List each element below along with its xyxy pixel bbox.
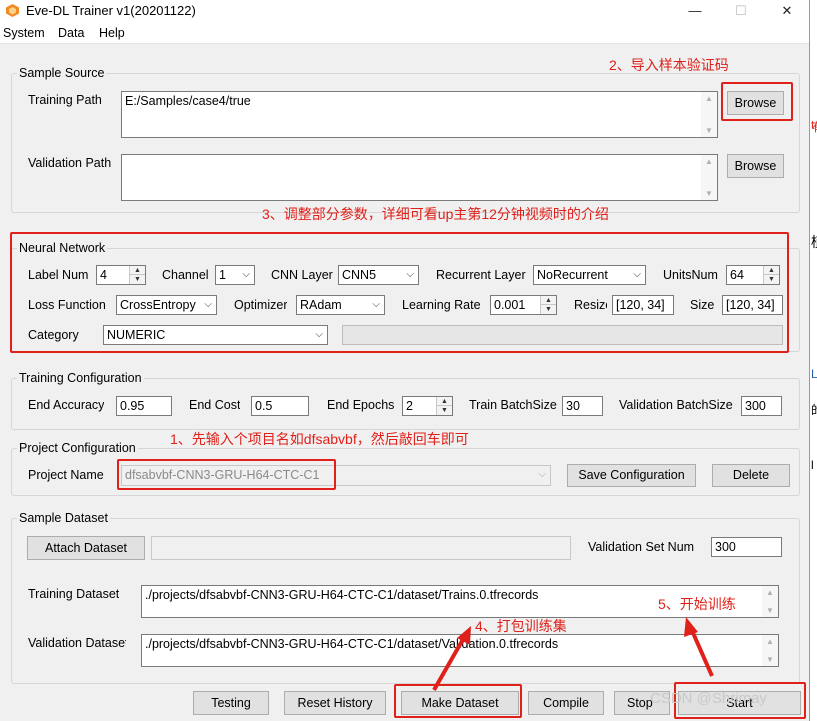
watermark: CSDN @Shrimay [650, 690, 767, 707]
chevron-down-icon: ⌵ [538, 469, 546, 480]
edge-text-3: 植 [811, 232, 817, 252]
browse-validation-button[interactable]: Browse [727, 154, 784, 178]
validation-path-label: Validation Path [28, 156, 112, 170]
sample-dataset-title: Sample Dataset [17, 511, 110, 525]
training-path-input[interactable]: E:/Samples/case4/true ▲ ▼ [121, 91, 718, 138]
highlight-neural-network [10, 232, 789, 353]
annotation-5: 5、开始训练 [658, 596, 736, 612]
app-logo-icon [6, 4, 19, 17]
validation-batchsize-label: Validation BatchSize [619, 398, 733, 412]
validation-dataset-value: ./projects/dfsabvbf-CNN3-GRU-H64-CTC-C1/… [145, 637, 559, 651]
training-path-label: Training Path [28, 93, 102, 107]
end-cost-input[interactable]: 0.5 [251, 396, 309, 416]
training-path-scrollbar[interactable]: ▲ ▼ [701, 92, 717, 137]
compile-button[interactable]: Compile [528, 691, 604, 715]
close-button[interactable]: ✕ [764, 0, 809, 22]
training-dataset-value: ./projects/dfsabvbf-CNN3-GRU-H64-CTC-C1/… [145, 588, 539, 602]
menu-bar: System Data Help [0, 22, 809, 44]
edge-text-4: L [811, 367, 817, 381]
annotation-3: 3、调整部分参数，详细可看up主第12分钟视频时的介绍 [262, 206, 609, 222]
training-path-value: E:/Samples/case4/true [125, 94, 251, 108]
menu-help[interactable]: Help [99, 26, 125, 40]
save-configuration-button[interactable]: Save Configuration [567, 464, 696, 487]
validation-path-input[interactable]: ▲ ▼ [121, 154, 718, 201]
attach-dataset-button[interactable]: Attach Dataset [27, 536, 145, 560]
end-accuracy-input[interactable]: 0.95 [116, 396, 172, 416]
annotation-1: 1、先输入个项目名如dfsabvbf，然后敲回车即可 [170, 431, 469, 447]
training-config-title: Training Configuration [17, 371, 144, 385]
edge-text-2: 有 [812, 118, 817, 135]
attach-dataset-path [151, 536, 571, 560]
highlight-browse [721, 82, 793, 121]
menu-data[interactable]: Data [58, 26, 84, 40]
train-batchsize-input[interactable]: 30 [562, 396, 603, 416]
spin-down-icon[interactable]: ▼ [436, 406, 452, 415]
project-config-title: Project Configuration [17, 441, 138, 455]
validation-set-num-input[interactable]: 300 [711, 537, 782, 557]
maximize-button[interactable]: ☐ [718, 0, 764, 22]
annotation-2: 2、导入样本验证码 [609, 57, 729, 73]
validation-dataset-input[interactable]: ./projects/dfsabvbf-CNN3-GRU-H64-CTC-C1/… [141, 634, 779, 667]
end-accuracy-label: End Accuracy [28, 398, 105, 412]
annotation-4: 4、打包训练集 [475, 618, 567, 634]
end-cost-label: End Cost [189, 398, 241, 412]
highlight-make-dataset [394, 684, 522, 718]
training-dataset-label: Training Dataset [28, 587, 120, 601]
minimize-button[interactable]: — [672, 0, 718, 22]
end-epochs-spinbox[interactable]: 2 ▲ ▼ [402, 396, 453, 416]
app-window: Eve-DL Trainer v1(20201122) — ☐ ✕ System… [0, 0, 810, 721]
validation-batchsize-input[interactable]: 300 [741, 396, 782, 416]
edge-text-6: l [811, 458, 814, 472]
testing-button[interactable]: Testing [193, 691, 269, 715]
reset-history-button[interactable]: Reset History [284, 691, 386, 715]
validation-path-scrollbar[interactable]: ▲ ▼ [701, 155, 717, 200]
validation-set-num-label: Validation Set Num [588, 540, 695, 554]
training-dataset-scrollbar[interactable]: ▲ ▼ [762, 586, 778, 617]
spin-up-icon[interactable]: ▲ [436, 397, 452, 406]
edge-text-5: 的 [811, 401, 817, 418]
validation-dataset-label: Validation Dataset [28, 636, 126, 650]
menu-system[interactable]: System [3, 26, 45, 40]
project-name-label: Project Name [28, 468, 104, 482]
title-bar: Eve-DL Trainer v1(20201122) — ☐ ✕ [0, 0, 809, 22]
highlight-project-name [117, 459, 336, 490]
validation-dataset-scrollbar[interactable]: ▲ ▼ [762, 635, 778, 666]
window-title: Eve-DL Trainer v1(20201122) [26, 3, 196, 18]
sample-source-title: Sample Source [17, 66, 107, 80]
end-epochs-value: 2 [406, 399, 413, 413]
end-epochs-label: End Epochs [327, 398, 395, 412]
delete-button[interactable]: Delete [712, 464, 790, 487]
train-batchsize-label: Train BatchSize [469, 398, 557, 412]
